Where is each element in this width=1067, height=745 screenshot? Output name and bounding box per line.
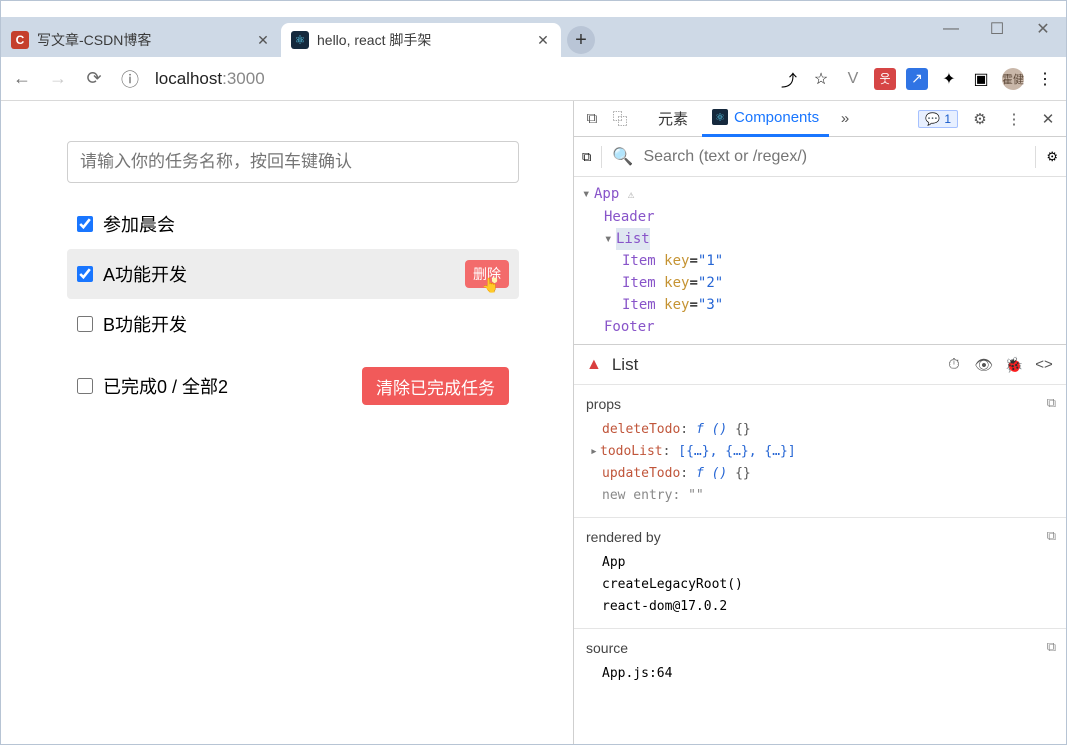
tab-title: 写文章-CSDN博客 xyxy=(37,30,151,50)
suspend-icon[interactable]: ⏱ xyxy=(944,356,964,373)
back-icon[interactable]: ← xyxy=(11,68,33,89)
url-display[interactable]: localhost:3000 xyxy=(155,69,764,89)
prop-row[interactable]: ▸todoList: [{…}, {…}, {…}] xyxy=(586,441,1054,463)
side-panel-icon[interactable]: ▣ xyxy=(970,68,992,90)
tree-node-list[interactable]: List xyxy=(616,228,650,250)
forward-icon: → xyxy=(47,68,69,89)
inspect-icon[interactable]: ⧉ xyxy=(580,110,604,127)
todo-item[interactable]: 参加晨会 xyxy=(67,199,519,249)
new-tab-button[interactable]: + xyxy=(567,26,595,54)
bookmark-icon[interactable]: ☆ xyxy=(810,68,832,90)
rendered-row[interactable]: createLegacyRoot() xyxy=(586,574,1054,596)
todo-text: 参加晨会 xyxy=(103,211,175,237)
view-source-icon[interactable]: <> xyxy=(1034,356,1054,373)
window-titlebar xyxy=(1,1,1066,17)
share-icon[interactable]: ⤴ xyxy=(778,68,800,90)
rendered-row[interactable]: react-dom@17.0.2 xyxy=(586,596,1054,618)
tab-components[interactable]: ⚛ Components xyxy=(702,101,829,137)
gear-icon[interactable]: ⚙ xyxy=(968,110,992,128)
vue-ext-icon[interactable]: V xyxy=(842,68,864,90)
extension-icon[interactable]: ↗ xyxy=(906,68,928,90)
footer-label: 已完成0 / 全部2 xyxy=(103,373,228,399)
avatar[interactable]: 霍健 xyxy=(1002,68,1024,90)
source-section: source ⧉ App.js:64 xyxy=(574,629,1066,695)
issues-badge[interactable]: 💬 1 xyxy=(918,110,958,128)
tab-csdn[interactable]: C 写文章-CSDN博客 ✕ xyxy=(1,23,281,57)
reload-icon[interactable]: ⟳ xyxy=(83,68,105,89)
todo-item[interactable]: B功能开发 xyxy=(67,299,519,349)
devtools-tabs: ⧉ ⿻ 元素 ⚛ Components » 💬 1 ⚙ ⋮ ✕ xyxy=(574,101,1066,137)
component-details: ▲ List ⏱ 👁 🐞 <> props ⧉ deleteTodo: f ()… xyxy=(574,344,1066,744)
more-tabs-icon[interactable]: » xyxy=(833,110,857,127)
tree-node-footer[interactable]: Footer xyxy=(604,319,655,335)
rendered-by-section: rendered by ⧉ App createLegacyRoot() rea… xyxy=(574,518,1066,629)
eye-icon[interactable]: 👁 xyxy=(974,356,994,374)
copy-icon[interactable]: ⧉ xyxy=(1047,526,1056,548)
devtools-panel: ⧉ ⿻ 元素 ⚛ Components » 💬 1 ⚙ ⋮ ✕ ⧉ xyxy=(573,101,1066,744)
tree-node-header[interactable]: Header xyxy=(604,209,655,225)
section-title: source xyxy=(586,637,1054,659)
address-bar: ← → ⟳ ⓘ localhost:3000 ⤴ ☆ V 웃 ↗ ✦ ▣ 霍健 … xyxy=(1,57,1066,101)
tab-react[interactable]: ⚛ hello, react 脚手架 ✕ xyxy=(281,23,561,57)
components-toolbar: ⧉ 🔍 ⚙ xyxy=(574,137,1066,177)
app-content: 参加晨会 A功能开发 删除👆 B功能开发 已完成0 / 全部2 清除已完成任务 xyxy=(1,101,573,744)
tree-node-app[interactable]: App xyxy=(594,186,619,202)
todo-checkbox[interactable] xyxy=(77,316,93,332)
react-icon: ⚛ xyxy=(712,109,728,125)
tab-elements[interactable]: 元素 xyxy=(648,101,698,137)
delete-button[interactable]: 删除👆 xyxy=(465,260,509,288)
url-port: :3000 xyxy=(222,69,265,88)
bug-icon[interactable]: 🐞 xyxy=(1004,356,1024,374)
window-close[interactable]: ✕ xyxy=(1020,1,1066,57)
close-icon[interactable]: ✕ xyxy=(1036,110,1060,128)
search-icon: 🔍 xyxy=(612,147,633,167)
search-input[interactable] xyxy=(643,148,1025,166)
new-todo-input[interactable] xyxy=(67,141,519,183)
todo-checkbox[interactable] xyxy=(77,266,93,282)
todo-checkbox[interactable] xyxy=(77,216,93,232)
clear-completed-button[interactable]: 清除已完成任务 xyxy=(362,367,509,405)
copy-icon[interactable]: ⧉ xyxy=(1047,393,1056,415)
todo-footer: 已完成0 / 全部2 清除已完成任务 xyxy=(67,367,519,405)
todo-item[interactable]: A功能开发 删除👆 xyxy=(67,249,519,299)
window-minimize[interactable]: — xyxy=(928,1,974,57)
prop-row[interactable]: new entry: "" xyxy=(586,485,1054,507)
tree-node-item[interactable]: Item xyxy=(622,253,656,269)
select-element-icon[interactable]: ⧉ xyxy=(582,149,591,165)
extension-icon[interactable]: 웃 xyxy=(874,68,896,90)
tab-strip: C 写文章-CSDN博客 ✕ ⚛ hello, react 脚手架 ✕ + — … xyxy=(1,17,1066,57)
favicon-csdn: C xyxy=(11,31,29,49)
window-maximize[interactable]: ☐ xyxy=(974,1,1020,57)
todo-text: B功能开发 xyxy=(103,311,187,337)
section-title: rendered by xyxy=(586,526,1054,548)
kebab-icon[interactable]: ⋮ xyxy=(1034,68,1056,90)
extensions-icon[interactable]: ✦ xyxy=(938,68,960,90)
source-row[interactable]: App.js:64 xyxy=(586,663,1054,685)
favicon-react: ⚛ xyxy=(291,31,309,49)
prop-row[interactable]: updateTodo: f () {} xyxy=(586,463,1054,485)
component-tree: ▾App ⚠ Header ▾List Item key="1" Item ke… xyxy=(574,177,1066,344)
close-icon[interactable]: ✕ xyxy=(535,32,551,49)
section-title: props xyxy=(586,393,1054,415)
select-all-checkbox[interactable] xyxy=(77,378,93,394)
details-title: List xyxy=(612,355,638,375)
tree-node-item[interactable]: Item xyxy=(622,275,656,291)
tab-title: hello, react 脚手架 xyxy=(317,30,431,50)
props-section: props ⧉ deleteTodo: f () {} ▸todoList: [… xyxy=(574,385,1066,518)
site-info-icon[interactable]: ⓘ xyxy=(119,66,141,92)
gear-icon[interactable]: ⚙ xyxy=(1046,149,1058,165)
rendered-row[interactable]: App xyxy=(586,552,1054,574)
warning-icon: ⚠ xyxy=(628,188,635,201)
kebab-icon[interactable]: ⋮ xyxy=(1002,110,1026,128)
close-icon[interactable]: ✕ xyxy=(255,32,271,49)
tree-node-item[interactable]: Item xyxy=(622,297,656,313)
url-host: localhost xyxy=(155,69,222,88)
device-icon[interactable]: ⿻ xyxy=(608,108,632,129)
warning-icon: ▲ xyxy=(586,356,602,374)
prop-row[interactable]: deleteTodo: f () {} xyxy=(586,419,1054,441)
todo-text: A功能开发 xyxy=(103,261,187,287)
copy-icon[interactable]: ⧉ xyxy=(1047,637,1056,659)
